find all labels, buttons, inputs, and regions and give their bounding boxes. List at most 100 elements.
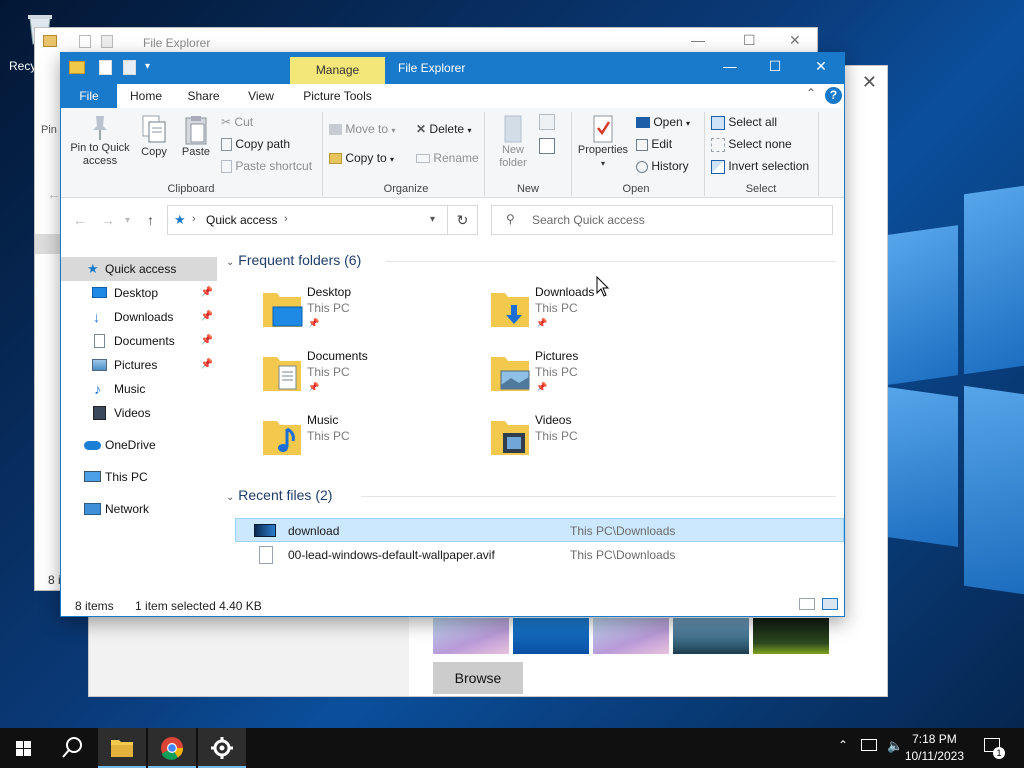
volume-icon[interactable]: 🔈 [887,738,903,754]
maximize-button[interactable]: ☐ [755,58,795,75]
folder-item-desktop[interactable]: Desktop This PC 📌 [261,285,461,341]
new-item-icon[interactable] [539,114,555,130]
open-button[interactable]: Open ▾ [636,115,690,129]
background-thumbnail[interactable] [753,618,829,654]
tab-picture-tools[interactable]: Picture Tools [290,84,385,108]
ribbon: Pin to Quick access Copy Paste ✂ Cut Cop… [61,108,844,198]
refresh-button[interactable]: ↻ [448,205,478,235]
select-all-button[interactable]: Select all [711,115,777,130]
tab-view[interactable]: View [232,84,290,108]
pin-icon[interactable]: 📌 [201,305,213,329]
recent-files-header[interactable]: ⌄ Recent files (2) [226,487,836,503]
image-file-icon [254,524,276,537]
up-arrow-icon[interactable]: ↑ [147,212,154,228]
pin-icon[interactable]: 📌 [201,329,213,353]
folder-item-pictures[interactable]: Pictures This PC 📌 [489,349,689,405]
properties-button[interactable]: Properties ▾ [575,114,631,170]
search-button[interactable] [48,728,96,768]
history-button[interactable]: History [636,159,689,173]
tab-share[interactable]: Share [175,84,232,108]
properties-quick-icon[interactable] [99,60,112,75]
help-icon[interactable]: ? [825,87,842,104]
show-hidden-icons-chevron-icon[interactable]: ⌃ [838,738,848,752]
minimize-button[interactable]: — [691,32,705,48]
pin-to-quick-access-button[interactable]: Pin to Quick access [65,114,135,168]
back-arrow-icon[interactable]: ← [47,186,61,202]
forward-arrow-icon[interactable]: → [101,212,115,228]
easy-access-icon[interactable] [539,138,555,154]
nav-item-network[interactable]: Network [61,497,217,521]
recent-file-row[interactable]: 00-lead-windows-default-wallpaper.avif T… [235,543,844,567]
folder-item-videos[interactable]: Videos This PC [489,413,689,469]
network-status-icon[interactable] [861,739,877,751]
search-input[interactable]: Search Quick access [532,213,645,227]
large-icons-view-icon[interactable] [822,598,838,610]
close-button[interactable]: ✕ [789,32,801,49]
file-explorer-window[interactable]: ▾ Manage File Explorer — ☐ ✕ File Home S… [60,52,845,617]
collapse-ribbon-icon[interactable]: ⌃ [806,86,816,100]
taskbar-file-explorer[interactable] [98,728,146,768]
nav-item-pictures[interactable]: Pictures 📌 [61,353,217,377]
tab-manage[interactable]: Manage [290,57,385,84]
cut-button[interactable]: ✂ Cut [221,115,253,129]
group-label-select: Select [745,183,777,195]
customize-toolbar-icon[interactable]: ▾ [145,61,150,72]
new-folder-button[interactable]: New folder [491,114,535,170]
recent-file-row[interactable]: download This PC\Downloads [235,518,844,542]
copy-path-button[interactable]: Copy path [221,137,290,152]
edit-button[interactable]: Edit [636,137,672,151]
close-button[interactable]: ✕ [801,58,841,75]
paste-shortcut-icon [221,160,232,174]
nav-item-quick-access[interactable]: ★ Quick access [61,257,217,281]
background-thumbnail[interactable] [673,618,749,654]
ribbon-separator [484,112,485,196]
new-folder-quick-icon[interactable] [123,60,136,75]
paste-button[interactable]: Paste [179,114,213,159]
delete-button[interactable]: ✕ Delete ▾ [416,122,471,136]
background-thumbnail[interactable] [513,618,589,654]
invert-selection-button[interactable]: Invert selection [711,159,809,174]
pin-icon[interactable]: 📌 [201,353,213,377]
search-box[interactable]: ⚲ Search Quick access [491,205,833,235]
nav-item-downloads[interactable]: ↓ Downloads 📌 [61,305,217,329]
taskbar-settings[interactable] [198,728,246,768]
taskbar-clock[interactable]: 7:18 PM 10/11/2023 [905,731,964,765]
minimize-button[interactable]: — [710,58,750,74]
folder-item-downloads[interactable]: Downloads This PC 📌 [489,285,689,341]
folder-item-music[interactable]: Music This PC [261,413,461,469]
address-history-chevron-icon[interactable]: ▾ [430,214,435,225]
recycle-bin-label[interactable]: Recy [9,59,36,73]
tab-home[interactable]: Home [117,84,175,108]
copy-to-button[interactable]: Copy to ▾ [329,151,394,165]
pin-icon[interactable]: 📌 [201,281,213,305]
select-none-button[interactable]: Select none [711,137,792,152]
background-thumbnail[interactable] [433,618,509,654]
tab-file[interactable]: File [61,84,117,108]
nav-item-desktop[interactable]: Desktop 📌 [61,281,217,305]
nav-item-onedrive[interactable]: OneDrive [61,433,217,457]
details-view-icon[interactable] [799,598,815,610]
address-bar[interactable]: ★ › Quick access › ▾ [167,205,448,235]
taskbar-chrome[interactable] [148,728,196,768]
nav-item-documents[interactable]: Documents 📌 [61,329,217,353]
breadcrumb-location[interactable]: Quick access [206,213,277,227]
start-button[interactable] [0,728,48,768]
paste-shortcut-button[interactable]: Paste shortcut [221,159,312,174]
nav-item-music[interactable]: ♪ Music [61,377,217,401]
frequent-folders-header[interactable]: ⌄ Frequent folders (6) [226,252,836,268]
copy-button[interactable]: Copy [138,114,170,159]
close-icon[interactable]: ✕ [862,72,877,93]
nav-label: Downloads [114,310,174,324]
nav-item-this-pc[interactable]: This PC [61,465,217,489]
back-arrow-icon[interactable]: ← [73,212,87,228]
browse-button[interactable]: Browse [433,662,523,694]
background-thumbnail[interactable] [593,618,669,654]
recent-locations-icon[interactable]: ▾ [125,215,130,226]
folder-item-documents[interactable]: Documents This PC 📌 [261,349,461,405]
rename-button[interactable]: Rename [416,151,479,165]
pin-icon [93,116,107,140]
move-to-button[interactable]: Move to ▾ [329,122,395,136]
title-bar[interactable]: ▾ Manage File Explorer — ☐ ✕ [61,53,844,84]
nav-item-videos[interactable]: Videos [61,401,217,425]
maximize-button[interactable]: ☐ [743,32,756,49]
